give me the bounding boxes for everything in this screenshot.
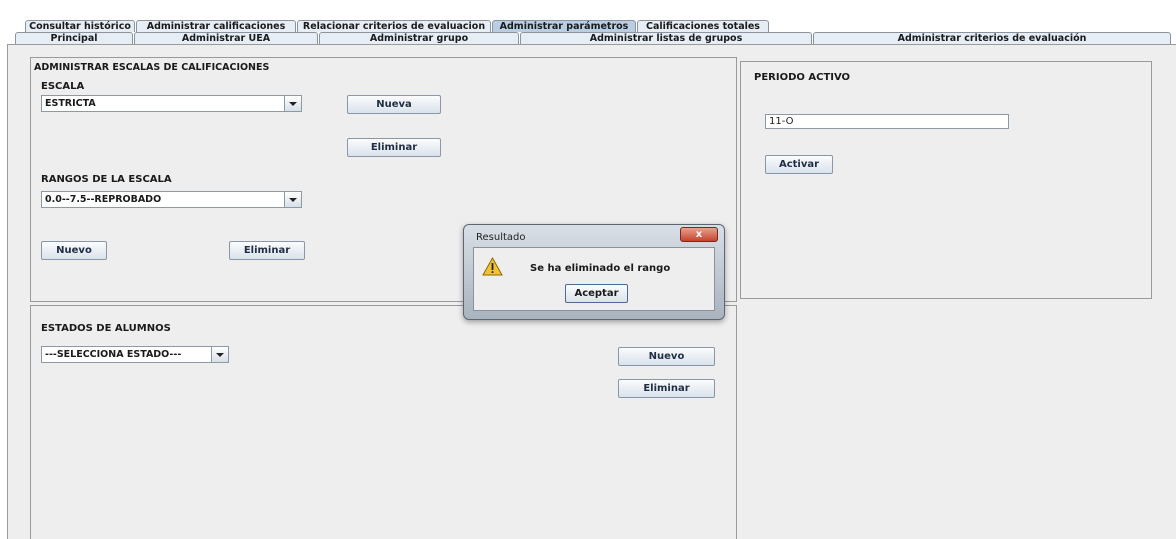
nuevo-estado-button[interactable]: Nuevo (618, 347, 715, 366)
rango-combobox[interactable]: 0.0--7.5--REPROBADO (41, 191, 302, 208)
tab-administrar-calificaciones[interactable]: Administrar calificaciones (136, 20, 296, 32)
dialog-body: Se ha eliminado el rango Aceptar (473, 247, 715, 311)
rango-combobox-value: 0.0--7.5--REPROBADO (45, 194, 162, 205)
estado-combobox[interactable]: ---SELECCIONA ESTADO--- (41, 346, 229, 363)
tab-administrar-parametros[interactable]: Administrar parámetros (492, 20, 636, 32)
eliminar-escala-button[interactable]: Eliminar (347, 138, 441, 157)
periodo-activo-title: PERIODO ACTIVO (754, 72, 851, 83)
dialog-title: Resultado (476, 232, 526, 243)
tab-row-1: Consultar histórico Administrar califica… (0, 20, 1176, 32)
tab-calificaciones-totales[interactable]: Calificaciones totales (637, 20, 769, 32)
escala-label: ESCALA (41, 81, 85, 92)
estado-combobox-value: ---SELECCIONA ESTADO--- (45, 349, 182, 360)
escala-combobox[interactable]: ESTRICTA (41, 95, 302, 112)
periodo-activo-panel: PERIODO ACTIVO 11-O Activar (740, 61, 1152, 299)
tab-administrar-grupo[interactable]: Administrar grupo (319, 32, 519, 44)
eliminar-rango-button[interactable]: Eliminar (229, 241, 305, 260)
tab-administrar-criterios-de-evaluacion[interactable]: Administrar criterios de evaluación (813, 32, 1171, 44)
chevron-down-icon[interactable] (284, 192, 301, 207)
estados-alumnos-title: ESTADOS DE ALUMNOS (41, 323, 171, 334)
periodo-input[interactable]: 11-O (765, 114, 1009, 129)
tab-consultar-historico[interactable]: Consultar histórico (25, 20, 135, 32)
close-icon[interactable]: x (680, 227, 718, 242)
estados-alumnos-panel: ESTADOS DE ALUMNOS ---SELECCIONA ESTADO-… (30, 305, 737, 539)
chevron-down-icon[interactable] (211, 347, 228, 362)
nuevo-rango-button[interactable]: Nuevo (41, 241, 107, 260)
resultado-dialog: Resultado x Se ha eliminado el rango Ace… (463, 224, 725, 320)
tab-principal[interactable]: Principal (15, 32, 133, 44)
tab-administrar-uea[interactable]: Administrar UEA (134, 32, 318, 44)
tab-relacionar-criterios[interactable]: Relacionar criterios de evaluacion (297, 20, 491, 32)
warning-icon (482, 257, 503, 276)
aceptar-button[interactable]: Aceptar (565, 284, 628, 303)
dialog-message: Se ha eliminado el rango (530, 263, 671, 274)
tab-row-2: Principal Administrar UEA Administrar gr… (0, 32, 1176, 44)
rangos-label: RANGOS DE LA ESCALA (41, 174, 172, 185)
chevron-down-icon[interactable] (284, 96, 301, 111)
escalas-panel-title: ADMINISTRAR ESCALAS DE CALIFICACIONES (34, 62, 270, 73)
activar-button[interactable]: Activar (765, 155, 833, 174)
eliminar-estado-button[interactable]: Eliminar (618, 379, 715, 398)
escala-combobox-value: ESTRICTA (45, 98, 96, 109)
nueva-escala-button[interactable]: Nueva (347, 95, 441, 114)
tab-administrar-listas-de-grupos[interactable]: Administrar listas de grupos (520, 32, 812, 44)
